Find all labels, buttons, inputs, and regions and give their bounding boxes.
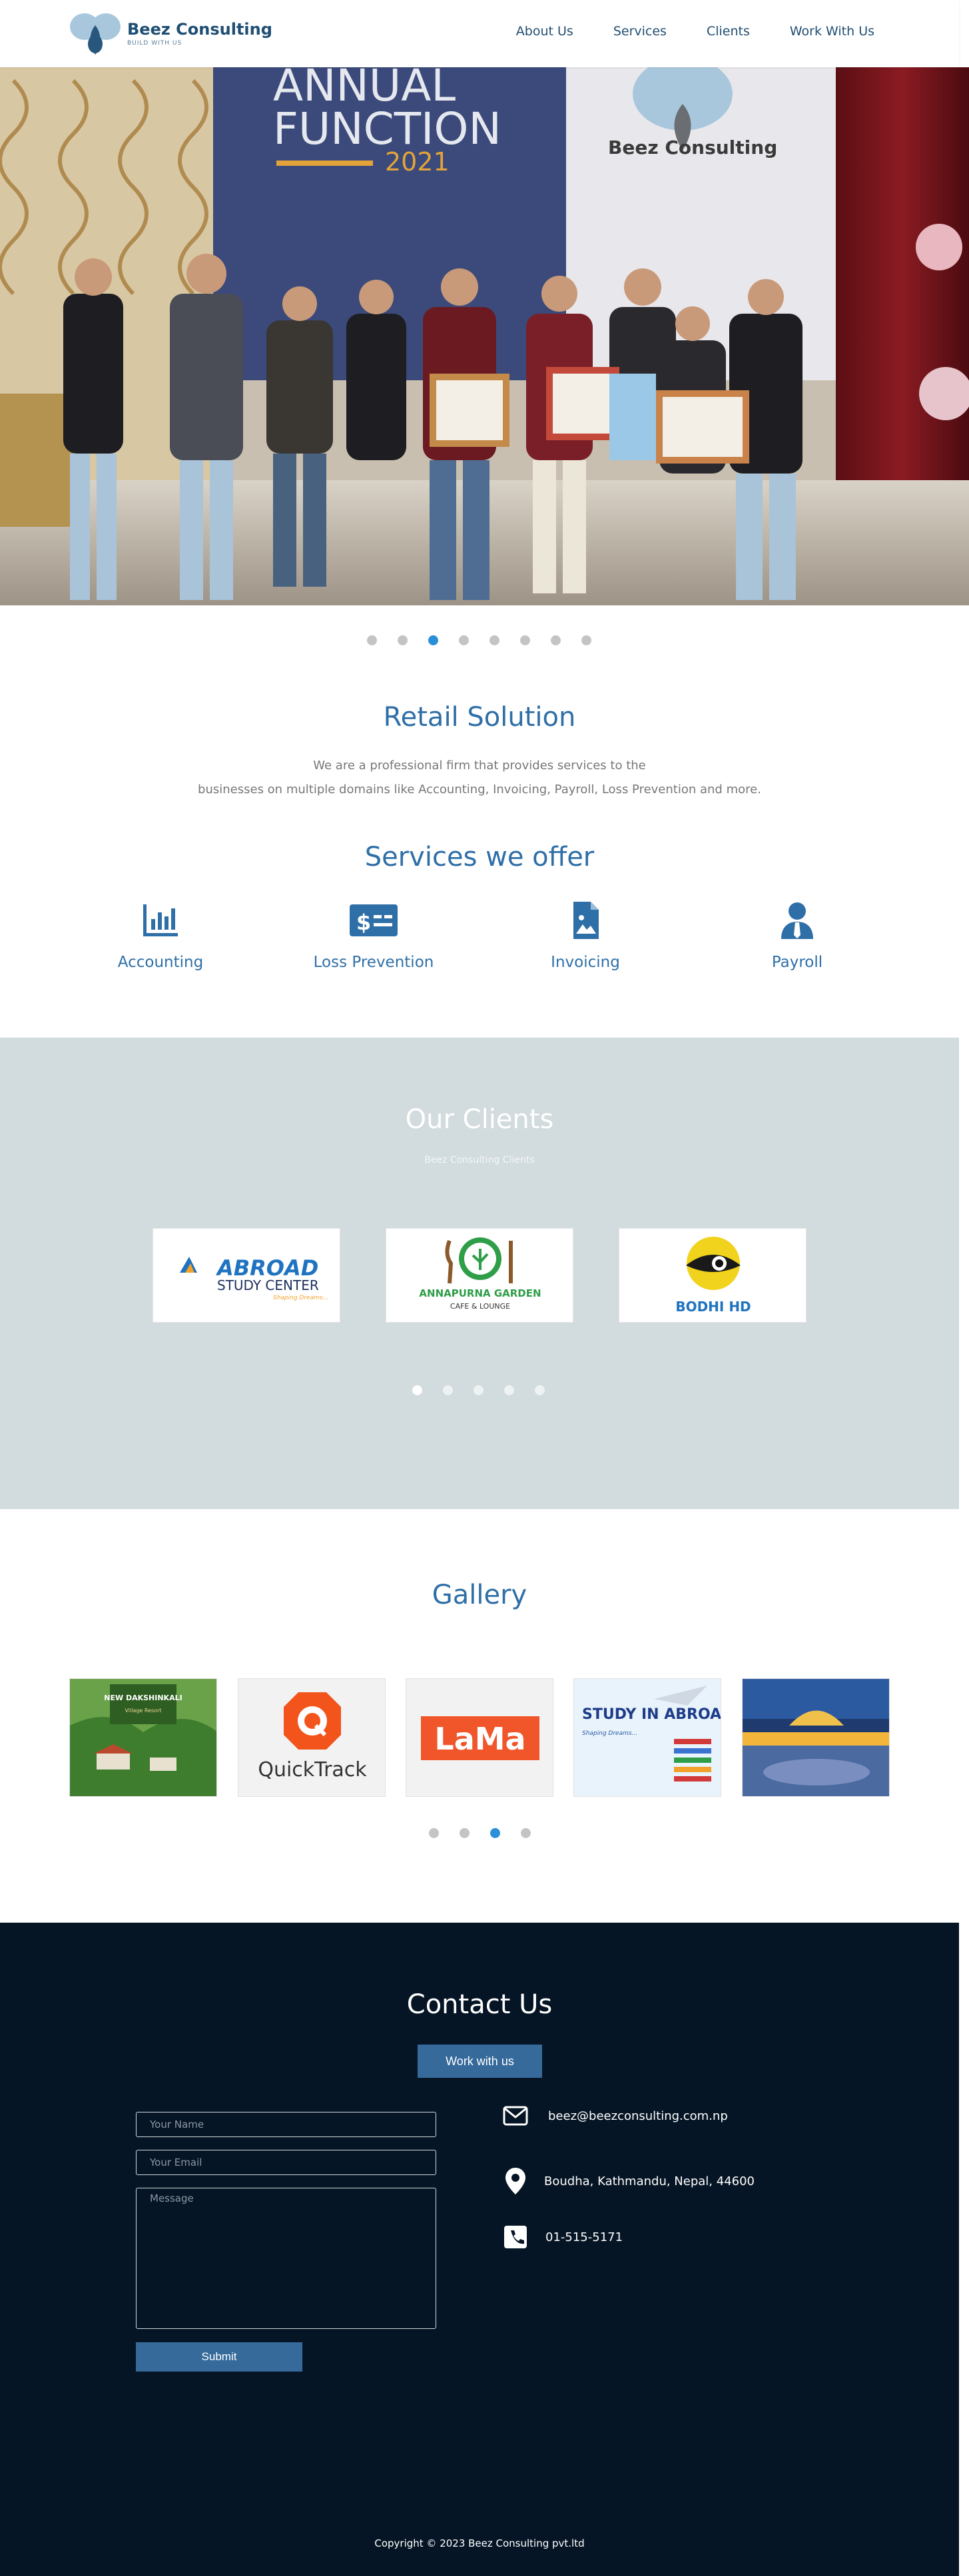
message-field[interactable] bbox=[136, 2188, 436, 2329]
service-payroll[interactable]: Payroll bbox=[697, 902, 897, 971]
service-label: Payroll bbox=[771, 954, 823, 971]
service-label: Invoicing bbox=[551, 954, 620, 971]
contact-address-text: Boudha, Kathmandu, Nepal, 44600 bbox=[544, 2174, 755, 2188]
name-field[interactable] bbox=[136, 2112, 436, 2137]
clients-dot-5[interactable] bbox=[535, 1385, 545, 1395]
service-accounting[interactable]: Accounting bbox=[61, 902, 260, 971]
clients-dot-2[interactable] bbox=[443, 1385, 453, 1395]
logo[interactable]: Beez Consulting BUILD WITH US bbox=[65, 7, 272, 60]
envelope-icon bbox=[503, 2103, 528, 2128]
gallery-dot-4[interactable] bbox=[521, 1828, 531, 1838]
retail-title: Retail Solution bbox=[383, 702, 576, 733]
gallery-quicktrack-label: QuickTrack bbox=[258, 1758, 367, 1781]
contact-email: beez@beezconsulting.com.np bbox=[503, 2103, 728, 2128]
contact-title: Contact Us bbox=[406, 1989, 553, 2020]
hero-slider-dots bbox=[367, 635, 591, 645]
contact-phone: 01-515-5171 bbox=[503, 2224, 623, 2250]
logo-name: Beez Consulting bbox=[127, 20, 272, 39]
clients-dot-4[interactable] bbox=[504, 1385, 514, 1395]
client-logo-abroad[interactable]: ABROAD STUDY CENTER Shaping Dreams... bbox=[153, 1228, 340, 1323]
gallery-item-stupa-night[interactable] bbox=[742, 1678, 890, 1797]
gallery-dot-3[interactable] bbox=[490, 1828, 500, 1838]
phone-icon bbox=[503, 2224, 528, 2250]
retail-desc-line1: We are a professional firm that provides… bbox=[313, 759, 646, 773]
clients-slider-dots bbox=[412, 1385, 545, 1395]
nav-about-us[interactable]: About Us bbox=[516, 24, 573, 39]
client-logo-bodhi[interactable]: BODHI HD bbox=[619, 1228, 807, 1323]
contact-section: Contact Us Work with us Submit beez@beez… bbox=[0, 1923, 959, 2576]
gallery-item-lama[interactable]: LaMa bbox=[406, 1678, 553, 1797]
dollar-card-icon: $ bbox=[350, 902, 398, 939]
contact-email-text[interactable]: beez@beezconsulting.com.np bbox=[548, 2109, 728, 2123]
document-image-icon bbox=[567, 902, 604, 939]
gallery-study-sub: Shaping Dreams... bbox=[582, 1730, 637, 1737]
service-loss-prevention[interactable]: $ Loss Prevention bbox=[274, 902, 474, 971]
clients-dot-1[interactable] bbox=[412, 1385, 422, 1395]
hero-dot-6[interactable] bbox=[520, 635, 530, 645]
retail-description: We are a professional firm that provides… bbox=[0, 754, 959, 802]
copyright: Copyright © 2023 Beez Consulting pvt.ltd bbox=[374, 2537, 585, 2549]
main-nav: About Us Services Clients Work With Us bbox=[516, 24, 874, 39]
gallery-dot-1[interactable] bbox=[429, 1828, 439, 1838]
hero-dot-8[interactable] bbox=[581, 635, 591, 645]
hero-dot-2[interactable] bbox=[398, 635, 408, 645]
gallery-study-label: STUDY IN ABROAD bbox=[582, 1706, 721, 1723]
services-title: Services we offer bbox=[364, 842, 595, 872]
client-bodhi-name: BODHI HD bbox=[675, 1299, 751, 1315]
hero-dot-1[interactable] bbox=[367, 635, 377, 645]
gallery-item-resort[interactable]: NEW DAKSHINKALI Village Resort bbox=[69, 1678, 217, 1797]
bar-chart-icon bbox=[142, 902, 179, 939]
svg-text:$: $ bbox=[356, 910, 371, 935]
gallery-title: Gallery bbox=[432, 1580, 527, 1610]
hero-dot-4[interactable] bbox=[459, 635, 469, 645]
retail-desc-line2: businesses on multiple domains like Acco… bbox=[198, 783, 761, 797]
gallery-resort-sub: Village Resort bbox=[125, 1708, 161, 1714]
clients-title: Our Clients bbox=[405, 1104, 554, 1135]
clients-section: Our Clients Beez Consulting Clients ABRO… bbox=[0, 1038, 959, 1509]
nav-work-with-us[interactable]: Work With Us bbox=[790, 24, 874, 39]
client-annapurna-name: ANNAPURNA GARDEN bbox=[419, 1287, 541, 1299]
gallery-item-study-abroad[interactable]: STUDY IN ABROAD Shaping Dreams... bbox=[573, 1678, 721, 1797]
service-invoicing[interactable]: Invoicing bbox=[485, 902, 685, 971]
gallery-resort-label: NEW DAKSHINKALI bbox=[104, 1694, 182, 1702]
service-label: Accounting bbox=[117, 954, 204, 971]
clients-subtitle: Beez Consulting Clients bbox=[424, 1155, 535, 1165]
gallery-lama-label: LaMa bbox=[434, 1721, 525, 1757]
gallery-slider-dots bbox=[429, 1828, 531, 1838]
email-field[interactable] bbox=[136, 2150, 436, 2175]
backdrop-brand: Beez Consulting bbox=[608, 137, 777, 159]
bee-logo-icon bbox=[65, 7, 126, 60]
map-pin-icon bbox=[503, 2168, 528, 2194]
user-tie-icon bbox=[779, 902, 816, 939]
logo-tagline: BUILD WITH US bbox=[127, 40, 182, 47]
site-header: Beez Consulting BUILD WITH US About Us S… bbox=[0, 0, 959, 67]
hero-dot-5[interactable] bbox=[489, 635, 499, 645]
gallery-dot-2[interactable] bbox=[460, 1828, 470, 1838]
gallery-item-quicktrack[interactable]: QuickTrack bbox=[238, 1678, 386, 1797]
service-label: Loss Prevention bbox=[313, 954, 434, 971]
client-annapurna-line2: CAFE & LOUNGE bbox=[450, 1302, 510, 1311]
banner-year: 2021 bbox=[385, 147, 450, 176]
client-logo-annapurna[interactable]: ANNAPURNA GARDEN CAFE & LOUNGE bbox=[386, 1228, 573, 1323]
submit-button[interactable]: Submit bbox=[136, 2342, 302, 2372]
work-with-us-button[interactable]: Work with us bbox=[418, 2045, 542, 2078]
client-abroad-tagline: Shaping Dreams... bbox=[273, 1295, 328, 1301]
hero-slide-photo: ANNUAL FUNCTION 2021 Beez Consulting bbox=[0, 67, 969, 605]
contact-address: Boudha, Kathmandu, Nepal, 44600 bbox=[503, 2168, 755, 2194]
hero-dot-3[interactable] bbox=[428, 635, 438, 645]
hero-dot-7[interactable] bbox=[551, 635, 561, 645]
nav-services[interactable]: Services bbox=[613, 24, 667, 39]
client-abroad-line2: STUDY CENTER bbox=[217, 1277, 319, 1293]
contact-phone-text[interactable]: 01-515-5171 bbox=[545, 2230, 623, 2244]
clients-dot-3[interactable] bbox=[474, 1385, 484, 1395]
nav-clients[interactable]: Clients bbox=[707, 24, 750, 39]
